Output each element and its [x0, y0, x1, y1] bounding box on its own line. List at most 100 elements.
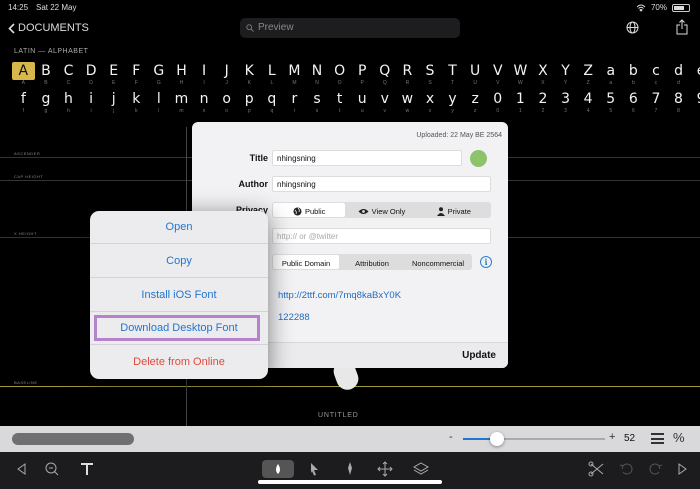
- menu-open[interactable]: Open: [90, 211, 268, 244]
- glyph-cell[interactable]: DD: [80, 62, 103, 87]
- glyph-cell[interactable]: cc: [645, 62, 668, 87]
- move-icon[interactable]: [375, 460, 395, 478]
- glyph-cell[interactable]: yy: [441, 90, 464, 115]
- twitter-input[interactable]: http:// or @twitter: [272, 228, 491, 244]
- glyph-cell[interactable]: VV: [486, 62, 509, 87]
- glyph-cell[interactable]: HH: [170, 62, 193, 87]
- glyph-cell[interactable]: EE: [102, 62, 125, 87]
- glyph-cell[interactable]: vv: [374, 90, 397, 115]
- glyph-scroller[interactable]: [12, 433, 134, 445]
- glyph-cell[interactable]: YY: [554, 62, 577, 87]
- globe-icon[interactable]: [626, 21, 639, 34]
- glyph-cell[interactable]: BB: [35, 62, 58, 87]
- glyph-cell[interactable]: 55: [599, 90, 622, 115]
- color-dot[interactable]: [470, 150, 487, 167]
- info-icon[interactable]: i: [480, 256, 492, 268]
- glyph-cell[interactable]: ZZ: [577, 62, 600, 87]
- privacy-public[interactable]: Public: [273, 203, 346, 217]
- glyph-cell[interactable]: oo: [215, 90, 238, 115]
- glyph-cell[interactable]: ee: [690, 62, 700, 87]
- glyph-cell[interactable]: jj: [102, 90, 125, 115]
- glyph-cell[interactable]: 88: [667, 90, 690, 115]
- glyph-cell[interactable]: 44: [577, 90, 600, 115]
- glyph-cell[interactable]: 00: [486, 90, 509, 115]
- title-input[interactable]: nhingsning: [272, 150, 462, 166]
- triangle-left-icon[interactable]: [12, 460, 32, 478]
- glyph-cell[interactable]: nn: [193, 90, 216, 115]
- license-attribution[interactable]: Attribution: [339, 255, 405, 269]
- glyph-cell[interactable]: gg: [35, 90, 58, 115]
- pen-tool[interactable]: [262, 460, 294, 478]
- menu-delete-online[interactable]: Delete from Online: [90, 346, 268, 379]
- glyph-cell[interactable]: PP: [351, 62, 374, 87]
- percent-button[interactable]: %: [673, 430, 685, 445]
- menu-install-ios-font[interactable]: Install iOS Font: [90, 279, 268, 312]
- list-icon[interactable]: [651, 433, 664, 444]
- pointer-icon[interactable]: [304, 460, 324, 478]
- glyph-cell[interactable]: NN: [306, 62, 329, 87]
- redo-icon[interactable]: [645, 460, 665, 478]
- zoom-in-button[interactable]: +: [609, 431, 615, 443]
- privacy-private[interactable]: Private: [418, 203, 490, 217]
- glyph-cell[interactable]: bb: [622, 62, 645, 87]
- glyph-cell[interactable]: uu: [351, 90, 374, 115]
- glyph-cell[interactable]: dd: [667, 62, 690, 87]
- glyph-cell[interactable]: pp: [238, 90, 261, 115]
- menu-download-desktop-font[interactable]: Download Desktop Font: [90, 312, 268, 345]
- glyph-cell[interactable]: MM: [283, 62, 306, 87]
- glyph-cell[interactable]: AA: [12, 62, 35, 87]
- glyph-cell[interactable]: 66: [622, 90, 645, 115]
- share-link[interactable]: http://2ttf.com/7mq8kaBxY0K: [278, 290, 401, 301]
- update-button[interactable]: Update: [462, 350, 496, 361]
- glyph-cell[interactable]: 77: [645, 90, 668, 115]
- glyph-cell[interactable]: zz: [464, 90, 487, 115]
- glyph-cell[interactable]: LL: [261, 62, 284, 87]
- glyph-cell[interactable]: hh: [57, 90, 80, 115]
- scissors-icon[interactable]: [587, 460, 607, 478]
- glyph-cell[interactable]: FF: [125, 62, 148, 87]
- glyph-cell[interactable]: GG: [148, 62, 171, 87]
- menu-copy[interactable]: Copy: [90, 245, 268, 278]
- glyph-cell[interactable]: kk: [125, 90, 148, 115]
- brush-icon[interactable]: [340, 460, 360, 478]
- glyph-cell[interactable]: II: [193, 62, 216, 87]
- glyph-cell[interactable]: XX: [532, 62, 555, 87]
- glyph-cell[interactable]: ll: [148, 90, 171, 115]
- privacy-view-only[interactable]: View Only: [345, 203, 417, 217]
- glyph-cell[interactable]: SS: [419, 62, 442, 87]
- glyph-cell[interactable]: ww: [396, 90, 419, 115]
- glyph-cell[interactable]: 11: [509, 90, 532, 115]
- license-public-domain[interactable]: Public Domain: [273, 255, 339, 269]
- glyph-cell[interactable]: rr: [283, 90, 306, 115]
- glyph-cell[interactable]: xx: [419, 90, 442, 115]
- share-icon[interactable]: [676, 19, 688, 35]
- back-button[interactable]: DOCUMENTS: [8, 22, 89, 34]
- text-tool-icon[interactable]: [77, 460, 97, 478]
- glyph-cell[interactable]: 22: [532, 90, 555, 115]
- triangle-right-icon[interactable]: [672, 460, 692, 478]
- glyph-cell[interactable]: UU: [464, 62, 487, 87]
- glyph-cell[interactable]: ff: [12, 90, 35, 115]
- preview-field[interactable]: Preview: [240, 18, 460, 38]
- glyph-cell[interactable]: ss: [306, 90, 329, 115]
- glyph-cell[interactable]: 99: [690, 90, 700, 115]
- glyph-cell[interactable]: 33: [554, 90, 577, 115]
- zoom-slider[interactable]: [463, 432, 605, 446]
- glyph-cell[interactable]: tt: [328, 90, 351, 115]
- glyph-cell[interactable]: WW: [509, 62, 532, 87]
- zoom-slider-knob[interactable]: [490, 432, 505, 446]
- glyph-cell[interactable]: TT: [441, 62, 464, 87]
- zoom-icon[interactable]: [42, 460, 62, 478]
- glyph-cell[interactable]: QQ: [374, 62, 397, 87]
- glyph-cell[interactable]: JJ: [215, 62, 238, 87]
- author-input[interactable]: nhingsning: [272, 176, 491, 192]
- glyph-cell[interactable]: mm: [170, 90, 193, 115]
- font-id[interactable]: 122288: [278, 312, 310, 323]
- glyph-cell[interactable]: qq: [261, 90, 284, 115]
- undo-icon[interactable]: [617, 460, 637, 478]
- glyph-cell[interactable]: ii: [80, 90, 103, 115]
- glyph-cell[interactable]: CC: [57, 62, 80, 87]
- glyph-cell[interactable]: KK: [238, 62, 261, 87]
- license-noncommercial[interactable]: Noncommercial: [405, 255, 471, 269]
- glyph-cell[interactable]: OO: [328, 62, 351, 87]
